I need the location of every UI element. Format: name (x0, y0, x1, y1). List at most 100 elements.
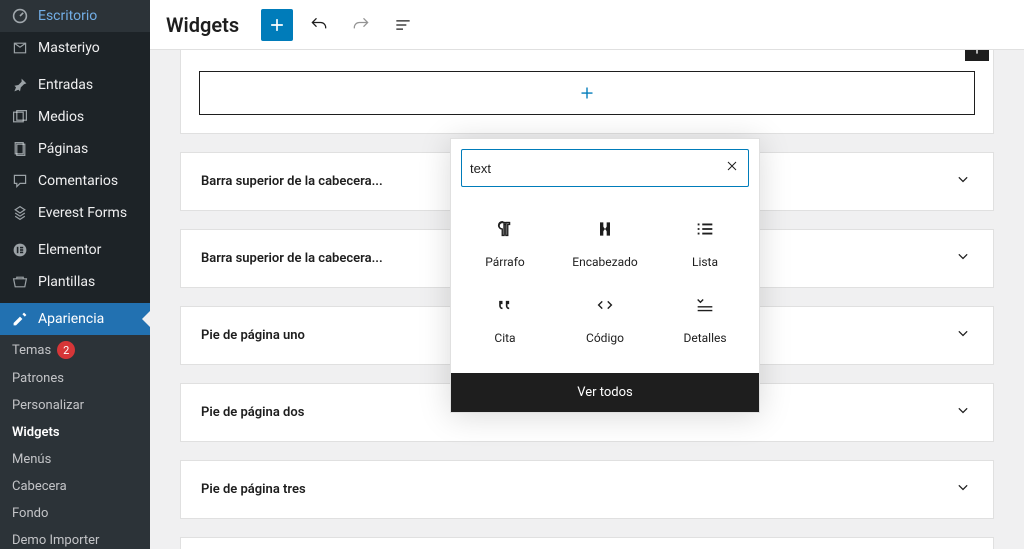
redo-button[interactable] (345, 9, 377, 41)
update-badge: 2 (57, 341, 75, 359)
sidebar-item-label: Masteriyo (38, 40, 100, 56)
block-option-encabezado[interactable]: Encabezado (555, 205, 655, 281)
block-appender[interactable] (199, 71, 975, 115)
close-icon (724, 158, 740, 174)
sidebar-item-elementor[interactable]: Elementor (0, 234, 150, 266)
sub-item-widgets[interactable]: Widgets (0, 419, 150, 446)
media-icon (10, 109, 30, 125)
widget-area-header[interactable]: Pie de página tres (181, 461, 993, 518)
sub-item-label: Patrones (12, 371, 64, 386)
block-label: Encabezado (572, 255, 637, 269)
block-label: Código (586, 331, 624, 345)
sidebar-item-everest-forms[interactable]: Everest Forms (0, 197, 150, 229)
chevron-down-icon (953, 246, 973, 271)
add-block-button[interactable] (261, 9, 293, 41)
sub-item-fondo[interactable]: Fondo (0, 500, 150, 527)
undo-button[interactable] (303, 9, 335, 41)
sub-item-cabecera[interactable]: Cabecera (0, 473, 150, 500)
widget-area-name: Pie de página dos (201, 405, 304, 420)
code-icon (594, 293, 616, 317)
block-inserter-popover: Párrafo Encabezado Lista Cita Código Det… (450, 138, 760, 413)
block-label: Párrafo (485, 255, 524, 269)
sidebar-item-entradas[interactable]: Entradas (0, 69, 150, 101)
list-view-button[interactable] (387, 9, 419, 41)
sidebar-item-label: Páginas (38, 141, 88, 157)
chevron-down-icon (953, 323, 973, 348)
sidebar-item-masteriyo[interactable]: Masteriyo (0, 32, 150, 64)
paragraph-icon (494, 217, 516, 241)
sub-item-label: Cabecera (12, 479, 67, 494)
block-option-parrafo[interactable]: Párrafo (455, 205, 555, 281)
widget-area-name: Barra superior de la cabecera... (201, 251, 383, 266)
inserter-browse-all-button[interactable]: Ver todos (451, 373, 759, 412)
inline-add-block-button[interactable] (965, 50, 989, 61)
chevron-down-icon (953, 477, 973, 502)
page-title: Widgets (166, 13, 239, 37)
list-view-icon (393, 15, 413, 35)
sidebar-item-label: Escritorio (38, 8, 97, 24)
sub-item-patrones[interactable]: Patrones (0, 365, 150, 392)
heading-icon (595, 217, 615, 241)
sub-item-demo-importer[interactable]: Demo Importer (0, 527, 150, 549)
sidebar-item-label: Everest Forms (38, 205, 127, 221)
widget-area-name: Barra superior de la cabecera... (201, 174, 383, 189)
details-icon (694, 293, 716, 317)
block-label: Cita (494, 331, 515, 345)
block-option-codigo[interactable]: Código (555, 281, 655, 357)
appearance-icon (10, 311, 30, 327)
sub-item-temas[interactable]: Temas 2 (0, 335, 150, 365)
sub-item-label: Demo Importer (12, 533, 99, 548)
pin-icon (10, 77, 30, 93)
plus-icon (576, 82, 598, 104)
sidebar-item-escritorio[interactable]: Escritorio (0, 0, 150, 32)
sidebar-item-paginas[interactable]: Páginas (0, 133, 150, 165)
widget-area[interactable]: Pie de página tres (180, 460, 994, 519)
inserter-search-input[interactable] (470, 161, 724, 176)
block-option-lista[interactable]: Lista (655, 205, 755, 281)
plus-icon (969, 50, 985, 57)
block-label: Detalles (683, 331, 726, 345)
dashboard-icon (10, 8, 30, 24)
sub-item-label: Fondo (12, 506, 48, 521)
sub-item-label: Menús (12, 452, 51, 467)
widget-area-name: Pie de página tres (201, 482, 306, 497)
sub-item-personalizar[interactable]: Personalizar (0, 392, 150, 419)
editor-topbar: Widgets (150, 0, 1024, 50)
forms-icon (10, 205, 30, 221)
inserter-search-wrap (461, 149, 749, 187)
block-option-cita[interactable]: Cita (455, 281, 555, 357)
redo-icon (351, 15, 371, 35)
sidebar-item-label: Entradas (38, 77, 93, 93)
widget-area[interactable]: Pie de página cuatro (180, 537, 994, 549)
sidebar-item-label: Medios (38, 109, 84, 125)
elementor-icon (10, 242, 30, 258)
plus-icon (267, 15, 287, 35)
widget-area-header[interactable]: Pie de página cuatro (181, 538, 993, 549)
quote-icon (495, 293, 515, 317)
widget-area-name: Pie de página uno (201, 328, 305, 343)
chevron-down-icon (953, 400, 973, 425)
chevron-down-icon (953, 169, 973, 194)
widget-area-expanded (180, 50, 994, 134)
sidebar-item-label: Elementor (38, 242, 101, 258)
block-label: Lista (692, 255, 718, 269)
sub-item-label: Widgets (12, 425, 60, 440)
clear-search-button[interactable] (724, 158, 740, 178)
sub-item-label: Personalizar (12, 398, 84, 413)
sidebar-item-comentarios[interactable]: Comentarios (0, 165, 150, 197)
sub-item-label: Temas (12, 343, 51, 358)
sidebar-item-label: Plantillas (38, 274, 95, 290)
block-option-detalles[interactable]: Detalles (655, 281, 755, 357)
comments-icon (10, 173, 30, 189)
templates-icon (10, 274, 30, 290)
sidebar-item-medios[interactable]: Medios (0, 101, 150, 133)
sidebar-item-label: Comentarios (38, 173, 118, 189)
pages-icon (10, 141, 30, 157)
sidebar-item-plantillas[interactable]: Plantillas (0, 266, 150, 298)
sub-item-menus[interactable]: Menús (0, 446, 150, 473)
list-icon (694, 217, 716, 241)
admin-sidebar: Escritorio Masteriyo Entradas Medios Pág… (0, 0, 150, 549)
sidebar-submenu: Temas 2 Patrones Personalizar Widgets Me… (0, 335, 150, 549)
sidebar-item-apariencia[interactable]: Apariencia (0, 303, 150, 335)
sidebar-item-label: Apariencia (38, 311, 104, 327)
